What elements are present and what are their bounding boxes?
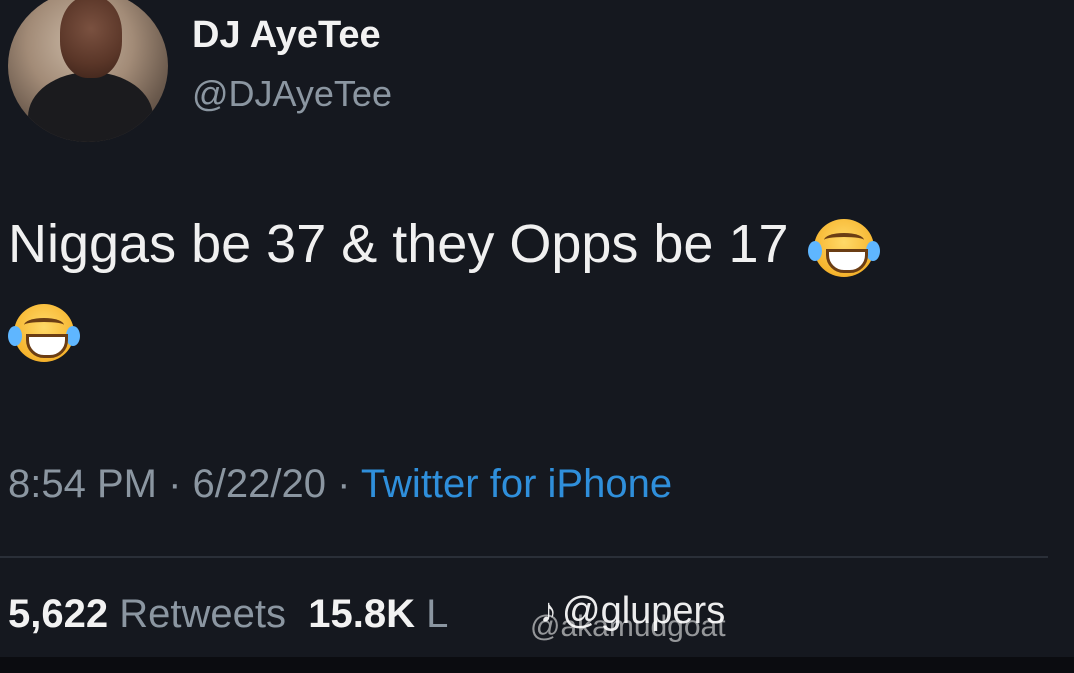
laughing-emoji-icon (807, 218, 880, 277)
tweet-meta: 8:54 PM · 6/22/20 · Twitter for iPhone (8, 462, 672, 507)
divider (0, 556, 1048, 558)
tweet-source-link[interactable]: Twitter for iPhone (361, 462, 672, 506)
tweet-text: Niggas be 37 & they Opps be 17 (8, 208, 1068, 280)
user-handle[interactable]: @DJAyeTee (192, 73, 392, 115)
avatar-torso (28, 72, 153, 142)
avatar[interactable] (8, 0, 168, 142)
likes-count[interactable]: 15.8K (308, 592, 415, 636)
tweet-stats: 5,622 Retweets 15.8K L (8, 592, 448, 637)
watermark-secondary: @akamudgoat (530, 610, 726, 643)
tweet-time: 8:54 PM (8, 462, 157, 506)
avatar-head (60, 0, 122, 78)
tweet-body: Niggas be 37 & they Opps be 17 (8, 214, 789, 274)
laughing-emoji-icon (8, 304, 80, 362)
bottom-bar (0, 657, 1074, 673)
retweets-count[interactable]: 5,622 (8, 592, 108, 636)
likes-label[interactable]: L (426, 592, 448, 636)
meta-separator: · (325, 462, 361, 506)
tweet-date: 6/22/20 (192, 462, 326, 506)
tiktok-watermark-secondary: @akamudgoat (530, 610, 726, 644)
meta-separator: · (156, 462, 193, 506)
display-name[interactable]: DJ AyeTee (192, 14, 381, 57)
retweets-label[interactable]: Retweets (119, 592, 286, 636)
